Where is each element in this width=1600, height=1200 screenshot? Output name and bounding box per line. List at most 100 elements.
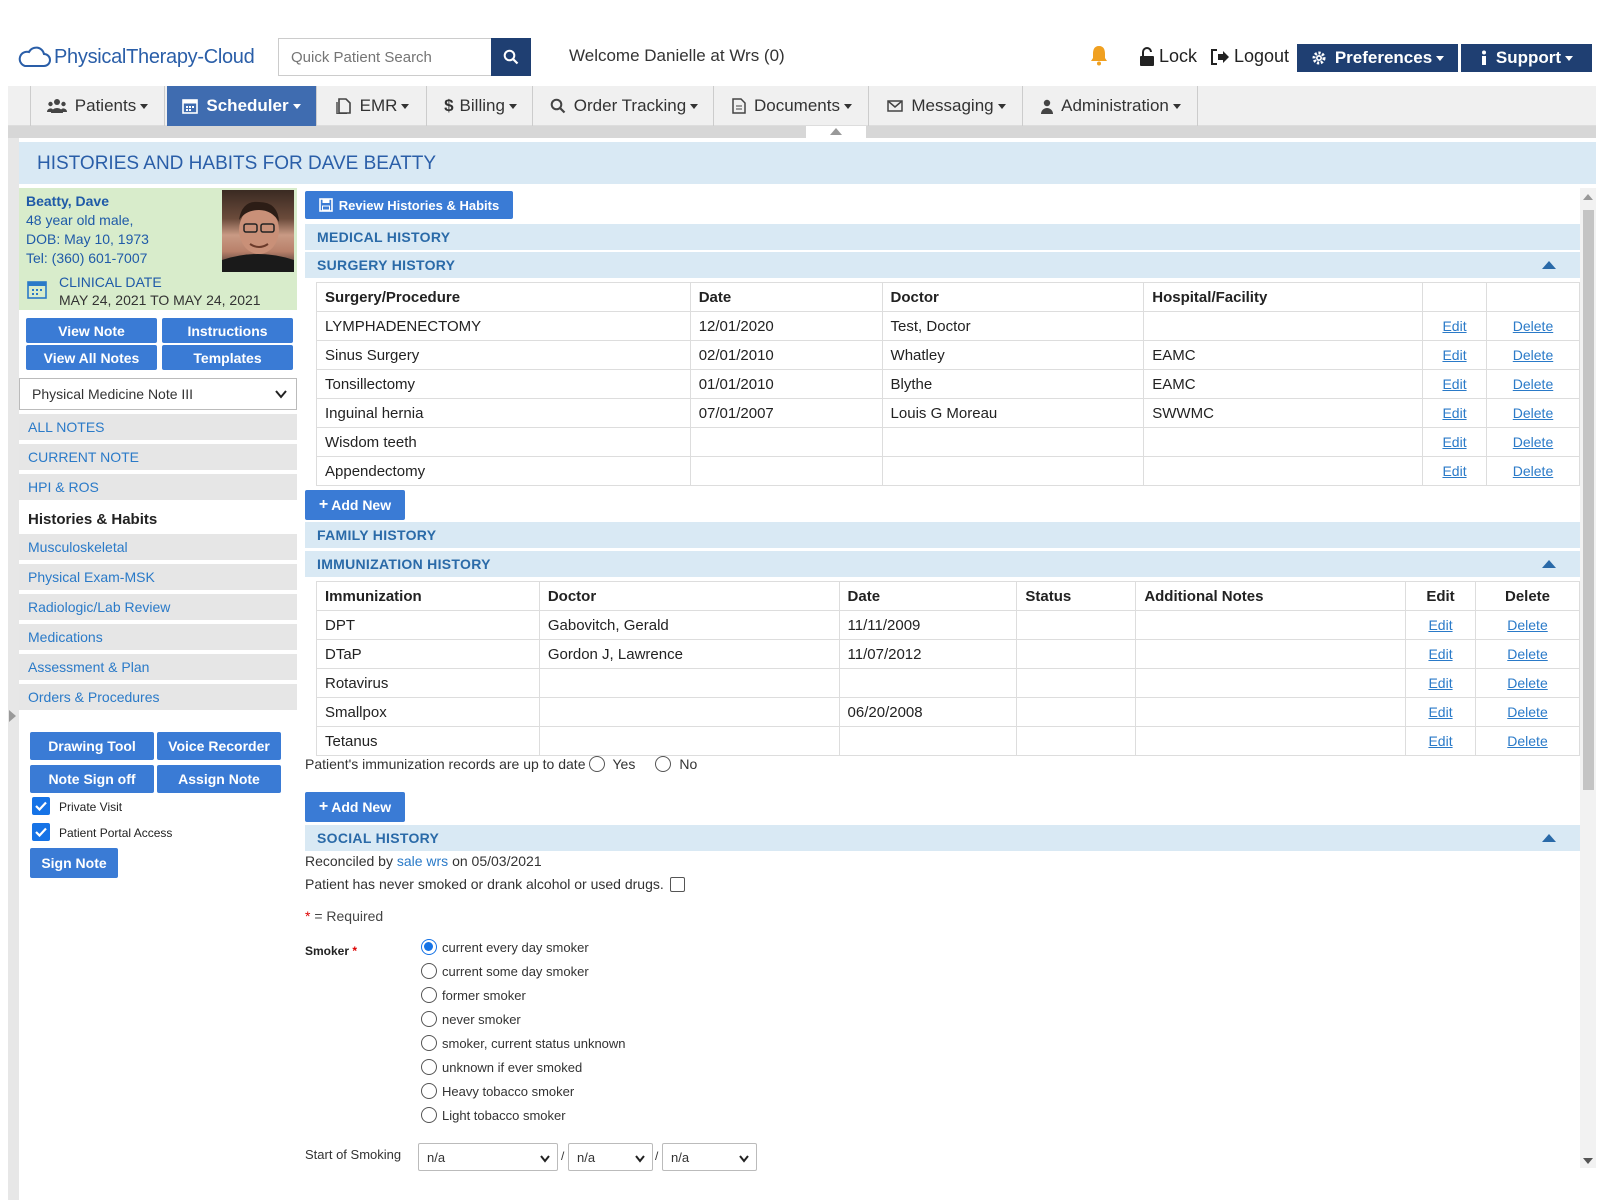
collapse-up-icon[interactable]: [1542, 834, 1556, 842]
delete-link[interactable]: Delete: [1507, 704, 1547, 720]
sign-note-button[interactable]: Sign Note: [30, 848, 118, 878]
smoker-option[interactable]: smoker, current status unknown: [421, 1035, 626, 1051]
column-header[interactable]: Additional Notes: [1135, 581, 1407, 611]
column-header[interactable]: Hospital/Facility: [1143, 282, 1424, 312]
delete-link[interactable]: Delete: [1507, 646, 1547, 662]
uptodate-no-radio[interactable]: [655, 756, 672, 772]
collapse-up-icon[interactable]: [1542, 261, 1556, 269]
sidebar-item-histories-habits[interactable]: Histories & Habits: [19, 506, 297, 532]
sidebar-collapse-strip[interactable]: [8, 138, 19, 1200]
edit-link[interactable]: Edit: [1442, 347, 1466, 363]
smoker-radio[interactable]: [421, 1083, 437, 1099]
uptodate-yes-radio[interactable]: [588, 756, 605, 772]
smoker-radio[interactable]: [421, 1011, 437, 1027]
never-smoked-checkbox[interactable]: [669, 876, 685, 892]
edit-link[interactable]: Edit: [1442, 318, 1466, 334]
smoker-option[interactable]: never smoker: [421, 1011, 521, 1027]
column-header[interactable]: Status: [1016, 581, 1137, 611]
start-smoking-month-select[interactable]: n/a: [418, 1143, 558, 1171]
smoker-radio[interactable]: [421, 987, 437, 1003]
sidebar-item-hpi-ros[interactable]: HPI & ROS: [19, 474, 297, 500]
column-header[interactable]: Date: [689, 282, 883, 312]
nav-messaging[interactable]: Messaging: [871, 86, 1023, 126]
edit-link[interactable]: Edit: [1428, 733, 1452, 749]
delete-link[interactable]: Delete: [1507, 617, 1547, 633]
note-sign-off-button[interactable]: Note Sign off: [30, 765, 154, 793]
preferences-button[interactable]: Preferences: [1297, 44, 1458, 72]
patient-name[interactable]: Beatty, Dave: [26, 193, 109, 209]
nav-order-tracking[interactable]: Order Tracking: [535, 86, 714, 126]
surgery-history-header[interactable]: SURGERY HISTORY: [305, 252, 1580, 278]
quick-patient-search-input[interactable]: [278, 38, 491, 76]
edit-link[interactable]: Edit: [1442, 463, 1466, 479]
smoker-option[interactable]: current every day smoker: [421, 939, 589, 955]
nav-patients[interactable]: Patients: [30, 86, 165, 126]
sidebar-item-medications[interactable]: Medications: [19, 624, 297, 650]
smoker-radio[interactable]: [421, 963, 437, 979]
edit-link[interactable]: Edit: [1428, 704, 1452, 720]
sidebar-item-physical-exam-msk[interactable]: Physical Exam-MSK: [19, 564, 297, 590]
drawing-tool-button[interactable]: Drawing Tool: [30, 732, 154, 760]
social-history-header[interactable]: SOCIAL HISTORY: [305, 825, 1580, 851]
delete-link[interactable]: Delete: [1507, 733, 1547, 749]
view-all-notes-button[interactable]: View All Notes: [26, 345, 157, 370]
logo[interactable]: PhysicalTherapy-Cloud: [16, 42, 255, 72]
edit-link[interactable]: Edit: [1442, 376, 1466, 392]
smoker-option[interactable]: current some day smoker: [421, 963, 589, 979]
delete-link[interactable]: Delete: [1513, 434, 1553, 450]
collapse-nav-icon[interactable]: [806, 126, 866, 138]
column-header[interactable]: Doctor: [881, 282, 1145, 312]
medical-history-header[interactable]: MEDICAL HISTORY: [305, 224, 1580, 250]
scrollbar-thumb[interactable]: [1583, 210, 1594, 790]
assign-note-button[interactable]: Assign Note: [157, 765, 281, 793]
column-header[interactable]: Date: [838, 581, 1018, 611]
sidebar-item-all-notes[interactable]: ALL NOTES: [19, 414, 297, 440]
smoker-radio[interactable]: [421, 1059, 437, 1075]
smoker-option[interactable]: Heavy tobacco smoker: [421, 1083, 574, 1099]
start-smoking-day-select[interactable]: n/a: [568, 1143, 653, 1171]
start-smoking-year-select[interactable]: n/a: [662, 1143, 757, 1171]
note-type-select[interactable]: Physical Medicine Note III: [19, 378, 297, 410]
portal-access-checkbox[interactable]: [32, 823, 50, 841]
private-visit-checkbox[interactable]: [32, 797, 50, 815]
edit-link[interactable]: Edit: [1428, 646, 1452, 662]
logout-link[interactable]: Logout: [1210, 46, 1289, 67]
edit-link[interactable]: Edit: [1428, 617, 1452, 633]
delete-link[interactable]: Delete: [1513, 347, 1553, 363]
templates-button[interactable]: Templates: [162, 345, 293, 370]
column-header[interactable]: Surgery/Procedure: [316, 282, 691, 312]
smoker-radio[interactable]: [421, 1035, 437, 1051]
sidebar-item-current-note[interactable]: CURRENT NOTE: [19, 444, 297, 470]
edit-link[interactable]: Edit: [1428, 675, 1452, 691]
immunization-history-header[interactable]: IMMUNIZATION HISTORY: [305, 551, 1580, 577]
delete-link[interactable]: Delete: [1513, 318, 1553, 334]
smoker-option[interactable]: Light tobacco smoker: [421, 1107, 566, 1123]
smoker-radio[interactable]: [421, 939, 437, 955]
scroll-down-icon[interactable]: [1583, 1158, 1593, 1164]
delete-link[interactable]: Delete: [1507, 675, 1547, 691]
edit-link[interactable]: Edit: [1442, 405, 1466, 421]
view-note-button[interactable]: View Note: [26, 318, 157, 343]
bell-icon[interactable]: [1089, 44, 1109, 71]
sidebar-item-assessment-plan[interactable]: Assessment & Plan: [19, 654, 297, 680]
nav-administration[interactable]: Administration: [1025, 86, 1198, 126]
edit-link[interactable]: Edit: [1442, 434, 1466, 450]
reconciled-user-link[interactable]: sale wrs: [397, 853, 448, 869]
family-history-header[interactable]: FAMILY HISTORY: [305, 522, 1580, 548]
nav-emr[interactable]: EMR: [319, 86, 427, 126]
support-button[interactable]: Support: [1461, 44, 1592, 72]
delete-link[interactable]: Delete: [1513, 463, 1553, 479]
nav-billing[interactable]: $ Billing: [429, 86, 533, 126]
delete-link[interactable]: Delete: [1513, 376, 1553, 392]
column-header[interactable]: Doctor: [538, 581, 840, 611]
smoker-radio[interactable]: [421, 1107, 437, 1123]
instructions-button[interactable]: Instructions: [162, 318, 293, 343]
lock-link[interactable]: Lock: [1139, 46, 1197, 67]
search-button[interactable]: [491, 38, 531, 76]
sidebar-item-musculoskeletal[interactable]: Musculoskeletal: [19, 534, 297, 560]
delete-link[interactable]: Delete: [1513, 405, 1553, 421]
smoker-option[interactable]: former smoker: [421, 987, 526, 1003]
add-surgery-button[interactable]: + Add New: [305, 490, 405, 520]
sidebar-item-radiologic-lab-review[interactable]: Radiologic/Lab Review: [19, 594, 297, 620]
review-histories-button[interactable]: Review Histories & Habits: [305, 191, 513, 219]
